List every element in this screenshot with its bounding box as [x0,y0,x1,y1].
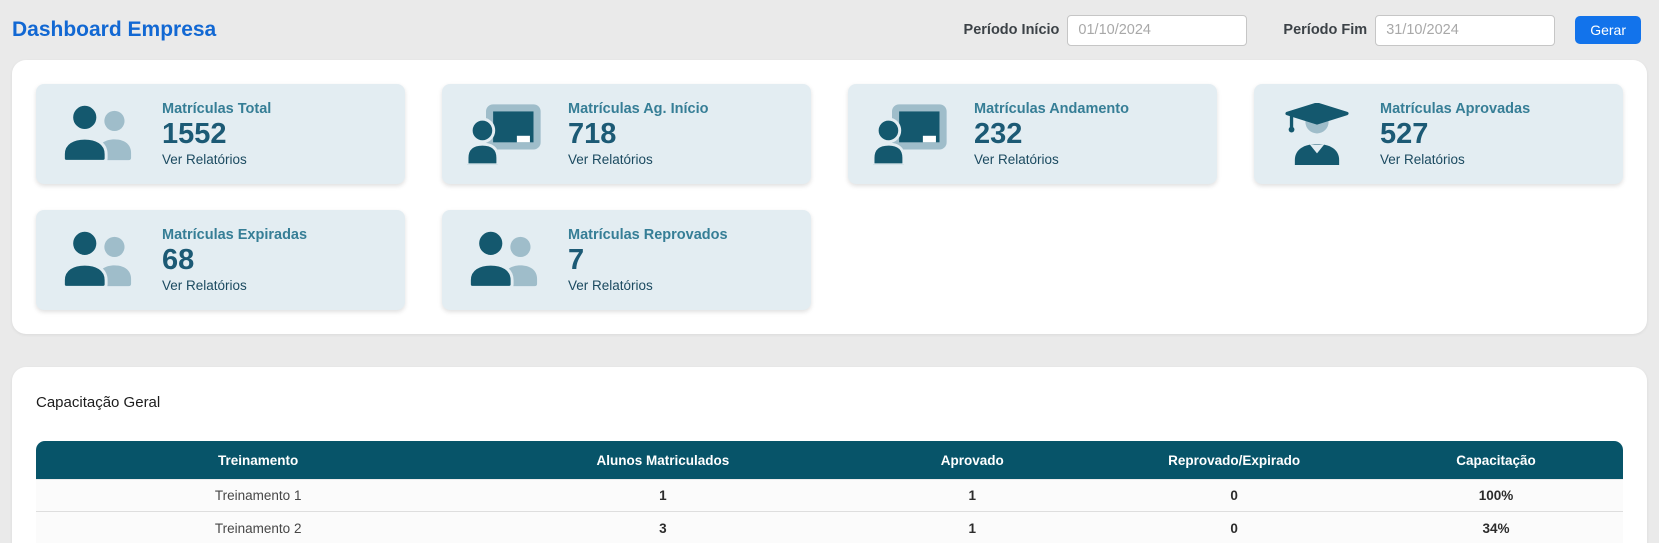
cell-alunos: 3 [480,512,845,543]
period-start-label: Período Início [964,22,1060,38]
user-graduate-icon [1254,103,1380,165]
header-aprovado: Aprovado [845,441,1099,479]
card-body: Matrículas Aprovadas 527 Ver Relatórios [1380,101,1530,168]
cell-capacitacao: 100% [1369,479,1623,512]
users-icon [36,229,162,291]
card-title: Matrículas Andamento [974,101,1129,117]
users-icon [442,229,568,291]
card-body: Matrículas Ag. Início 718 Ver Relatórios [568,101,708,168]
view-reports-link[interactable]: Ver Relatórios [568,152,708,167]
card-value: 718 [568,119,708,151]
topbar: Dashboard Empresa Período Início Período… [0,0,1659,60]
header-capacitacao: Capacitação [1369,441,1623,479]
chalkboard-user-icon [848,103,974,165]
capacitacao-panel: Capacitação Geral Treinamento Alunos Mat… [12,367,1647,543]
card-value: 527 [1380,119,1530,151]
table-header-row: Treinamento Alunos Matriculados Aprovado… [36,441,1623,479]
cell-reprovado-expirado: 0 [1099,479,1369,512]
view-reports-link[interactable]: Ver Relatórios [1380,152,1530,167]
table-row: Treinamento 2 3 1 0 34% [36,512,1623,543]
card-body: Matrículas Andamento 232 Ver Relatórios [974,101,1129,168]
card-body: Matrículas Reprovados 7 Ver Relatórios [568,227,728,294]
cell-alunos: 1 [480,479,845,512]
period-end-label: Período Fim [1283,22,1367,38]
card-title: Matrículas Ag. Início [568,101,708,117]
generate-button[interactable]: Gerar [1575,16,1641,44]
view-reports-link[interactable]: Ver Relatórios [162,152,271,167]
header-treinamento: Treinamento [36,441,480,479]
view-reports-link[interactable]: Ver Relatórios [162,278,307,293]
card-title: Matrículas Aprovadas [1380,101,1530,117]
card-matriculas-total: Matrículas Total 1552 Ver Relatórios [36,84,405,184]
card-matriculas-reprovados: Matrículas Reprovados 7 Ver Relatórios [442,210,811,310]
page-title: Dashboard Empresa [12,18,216,42]
users-icon [36,103,162,165]
cell-reprovado-expirado: 0 [1099,512,1369,543]
card-value: 232 [974,119,1129,151]
card-matriculas-andamento: Matrículas Andamento 232 Ver Relatórios [848,84,1217,184]
card-title: Matrículas Reprovados [568,227,728,243]
card-value: 1552 [162,119,271,151]
header-alunos-matriculados: Alunos Matriculados [480,441,845,479]
card-value: 7 [568,245,728,277]
view-reports-link[interactable]: Ver Relatórios [568,278,728,293]
card-matriculas-ag-inicio: Matrículas Ag. Início 718 Ver Relatórios [442,84,811,184]
card-matriculas-expiradas: Matrículas Expiradas 68 Ver Relatórios [36,210,405,310]
cell-treinamento: Treinamento 1 [36,479,480,512]
period-start-input[interactable] [1067,15,1247,46]
card-title: Matrículas Expiradas [162,227,307,243]
card-body: Matrículas Expiradas 68 Ver Relatórios [162,227,307,294]
cell-aprovado: 1 [845,479,1099,512]
stat-cards-grid: Matrículas Total 1552 Ver Relatórios Mat… [36,84,1623,310]
chalkboard-user-icon [442,103,568,165]
stat-cards-panel: Matrículas Total 1552 Ver Relatórios Mat… [12,60,1647,334]
cell-capacitacao: 34% [1369,512,1623,543]
period-filters: Período Início Período Fim Gerar [964,15,1641,46]
cell-treinamento: Treinamento 2 [36,512,480,543]
card-body: Matrículas Total 1552 Ver Relatórios [162,101,271,168]
card-value: 68 [162,245,307,277]
card-title: Matrículas Total [162,101,271,117]
capacitacao-table: Treinamento Alunos Matriculados Aprovado… [36,441,1623,543]
period-end-input[interactable] [1375,15,1555,46]
cell-aprovado: 1 [845,512,1099,543]
card-matriculas-aprovadas: Matrículas Aprovadas 527 Ver Relatórios [1254,84,1623,184]
table-row: Treinamento 1 1 1 0 100% [36,479,1623,512]
view-reports-link[interactable]: Ver Relatórios [974,152,1129,167]
header-reprovado-expirado: Reprovado/Expirado [1099,441,1369,479]
section-title: Capacitação Geral [36,394,1623,411]
